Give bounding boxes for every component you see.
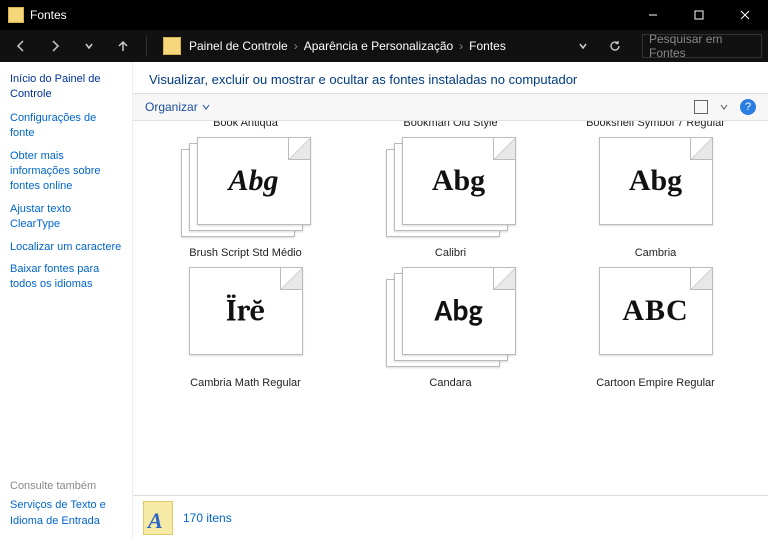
- font-sample-glyph: Ïrĕ: [226, 294, 265, 329]
- sidebar-link-find-char[interactable]: Localizar um caractere: [10, 240, 122, 255]
- font-item[interactable]: Cambria Math Regular: [143, 371, 348, 401]
- divider: [146, 36, 147, 56]
- font-item[interactable]: Cartoon Empire Regular: [553, 371, 758, 401]
- nav-bar: Painel de Controle › Aparência e Persona…: [0, 30, 768, 62]
- chevron-right-icon: ›: [457, 39, 465, 53]
- font-name-label: Book Antiqua: [213, 121, 278, 131]
- breadcrumb-item[interactable]: Aparência e Personalização: [304, 39, 453, 53]
- item-count: 170 itens: [183, 511, 232, 525]
- refresh-button[interactable]: [600, 33, 630, 59]
- status-bar: A 170 itens: [133, 495, 768, 539]
- font-preview: Abg: [386, 137, 516, 237]
- sidebar: Início do Painel de Controle Configuraçõ…: [0, 62, 132, 539]
- sidebar-link-font-settings[interactable]: Configurações de fonte: [10, 111, 122, 142]
- chevron-right-icon: ›: [292, 39, 300, 53]
- maximize-button[interactable]: [676, 0, 722, 30]
- breadcrumb[interactable]: Painel de Controle › Aparência e Persona…: [189, 39, 506, 53]
- font-name-label: Cartoon Empire Regular: [596, 377, 715, 391]
- font-name-label: Bookshelf Symbol 7 Regular: [586, 121, 725, 131]
- preview-pane-toggle[interactable]: [694, 100, 708, 114]
- font-name-label: Brush Script Std Médio: [189, 247, 302, 261]
- font-item[interactable]: Brush Script Std Médio Ïrĕ: [143, 241, 348, 371]
- control-panel-home-link[interactable]: Início do Painel de Controle: [10, 72, 122, 103]
- main-pane: Visualizar, excluir ou mostrar e ocultar…: [132, 62, 768, 539]
- forward-button[interactable]: [40, 33, 70, 59]
- close-button[interactable]: [722, 0, 768, 30]
- font-sample-glyph: Abg: [432, 164, 485, 198]
- recent-dropdown[interactable]: [74, 33, 104, 59]
- up-button[interactable]: [108, 33, 138, 59]
- font-name-label: Candara: [429, 377, 471, 391]
- see-also-link[interactable]: Serviços de Texto e Idioma de Entrada: [10, 498, 122, 529]
- sidebar-link-download-all[interactable]: Baixar fontes para todos os idiomas: [10, 262, 122, 293]
- font-item[interactable]: Calibri Abg: [348, 241, 553, 371]
- title-bar: Fontes: [0, 0, 768, 30]
- sidebar-link-cleartype[interactable]: Ajustar texto ClearType: [10, 202, 122, 233]
- font-name-label: Cambria: [635, 247, 677, 261]
- back-button[interactable]: [6, 33, 36, 59]
- font-item[interactable]: Bookshelf Symbol 7 Regular Abg: [553, 121, 758, 241]
- minimize-button[interactable]: [630, 0, 676, 30]
- breadcrumb-item[interactable]: Painel de Controle: [189, 39, 288, 53]
- app-icon: [8, 7, 24, 23]
- sidebar-link-online-fonts[interactable]: Obter mais informações sobre fontes onli…: [10, 149, 122, 195]
- breadcrumb-item[interactable]: Fontes: [469, 39, 506, 53]
- font-sample-glyph: ABC: [622, 294, 688, 328]
- font-preview: Ïrĕ: [181, 267, 311, 367]
- help-button[interactable]: ?: [740, 99, 756, 115]
- address-dropdown[interactable]: [568, 33, 598, 59]
- font-name-label: Cambria Math Regular: [190, 377, 301, 391]
- organize-menu[interactable]: Organizar: [145, 100, 210, 114]
- font-name-label: Bookman Old Style: [403, 121, 497, 131]
- see-also-header: Consulte também: [10, 479, 122, 494]
- font-sample-glyph: Abg: [629, 164, 682, 198]
- fonts-folder-icon: A: [143, 501, 173, 535]
- chevron-down-icon: [202, 103, 210, 111]
- font-sample-glyph: Abg: [228, 164, 278, 198]
- font-preview: Abg: [386, 267, 516, 367]
- font-preview: Abg: [181, 137, 311, 237]
- search-placeholder: Pesquisar em Fontes: [649, 32, 755, 60]
- font-item[interactable]: Cambria ABC: [553, 241, 758, 371]
- font-preview: ABC: [591, 267, 721, 367]
- font-name-label: Calibri: [435, 247, 466, 261]
- font-item[interactable]: Book Antiqua Abg: [143, 121, 348, 241]
- font-grid: Book AntiquaAbgBookman Old StyleAbgBooks…: [133, 121, 768, 401]
- page-heading: Visualizar, excluir ou mostrar e ocultar…: [133, 62, 768, 93]
- search-input[interactable]: Pesquisar em Fontes: [642, 34, 762, 58]
- toolbar: Organizar ?: [133, 93, 768, 121]
- font-item[interactable]: Bookman Old Style Abg: [348, 121, 553, 241]
- font-sample-glyph: Abg: [434, 293, 483, 330]
- chevron-down-icon[interactable]: [720, 103, 728, 111]
- window-title: Fontes: [30, 8, 67, 22]
- font-item[interactable]: Candara: [348, 371, 553, 401]
- location-icon: [163, 37, 181, 55]
- font-preview: Abg: [591, 137, 721, 237]
